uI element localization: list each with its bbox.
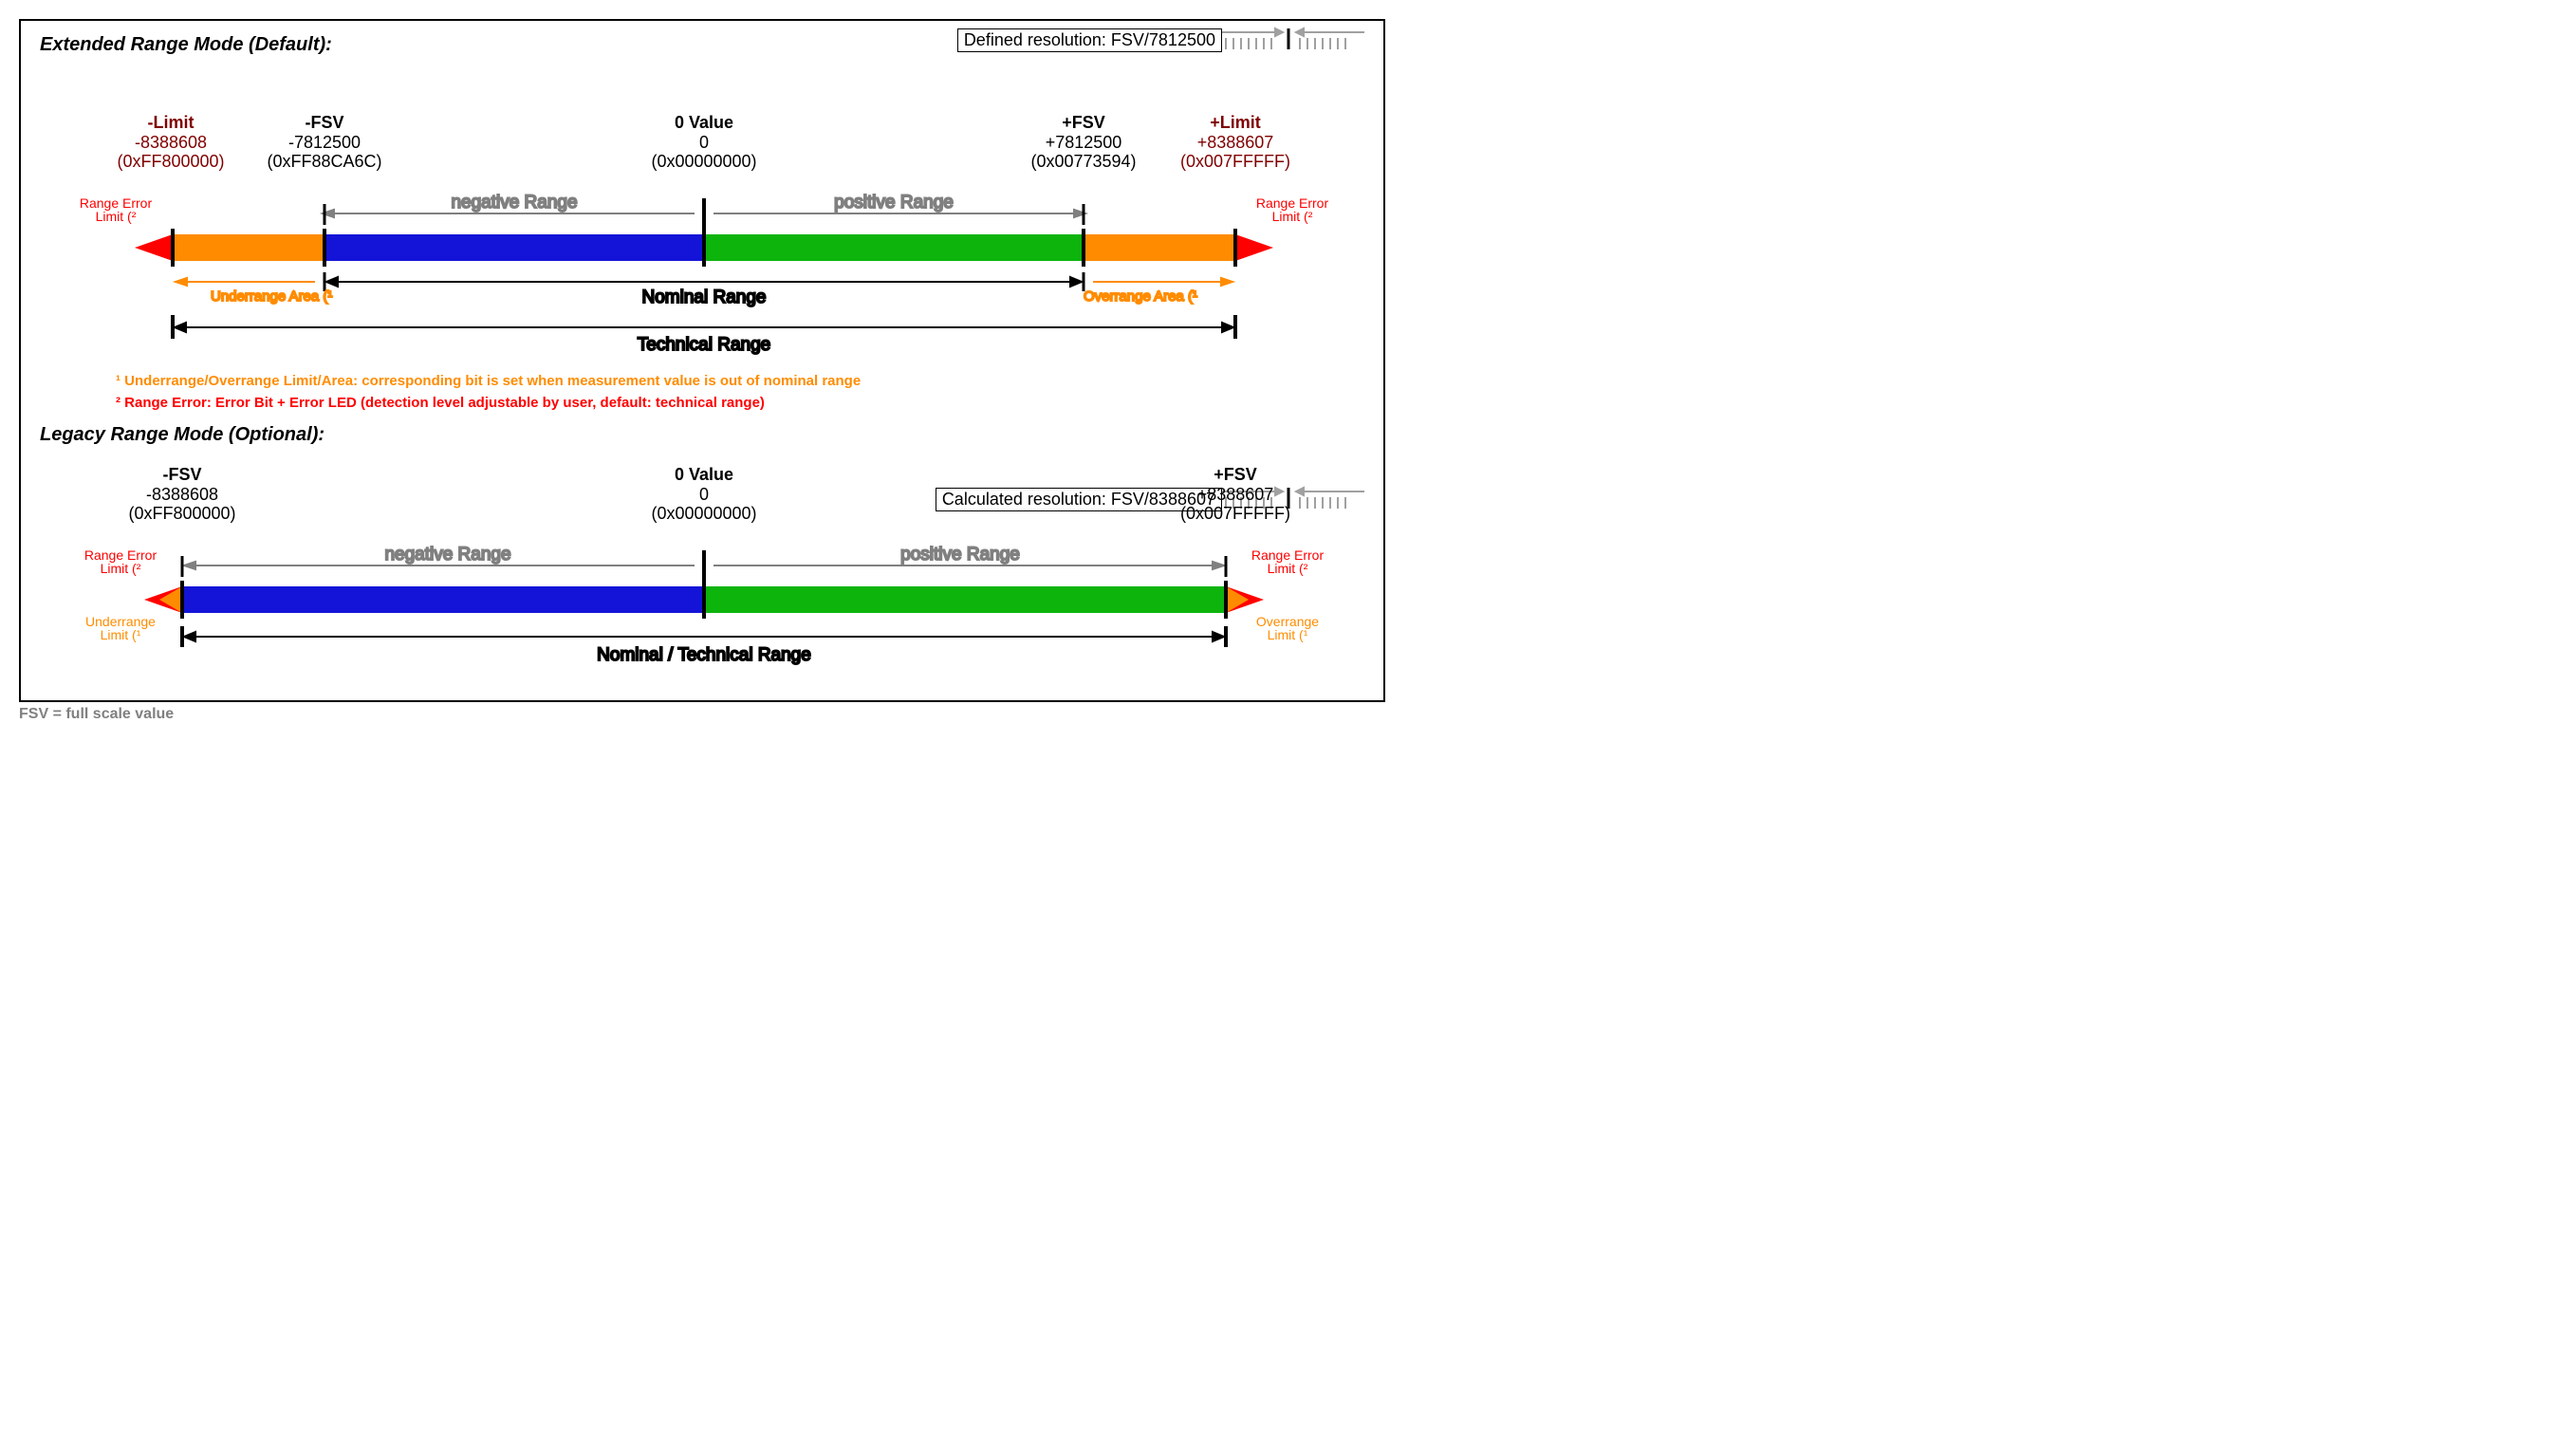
svg-text:Nominal / Technical Range: Nominal / Technical Range <box>597 645 811 665</box>
svg-text:UnderrangeLimit (¹: UnderrangeLimit (¹ <box>85 614 156 642</box>
extended-range-bar: negative Range positive Range Range Erro… <box>40 187 1368 367</box>
ext-pos-limit-label: +Limit +8388607 (0x007FFFFF) <box>1169 113 1302 172</box>
svg-text:Technical Range: Technical Range <box>638 335 770 355</box>
pos-range-error-arrow <box>1235 234 1273 261</box>
svg-text:Range ErrorLimit (²: Range ErrorLimit (² <box>1256 195 1329 224</box>
svg-text:OverrangeLimit (¹: OverrangeLimit (¹ <box>1256 614 1319 642</box>
ticks-icon <box>1222 27 1364 51</box>
leg-pos-segment <box>704 586 1226 613</box>
leg-neg-fsv-label: -FSV -8388608 (0xFF800000) <box>116 465 249 524</box>
pos-nominal-segment <box>704 234 1084 261</box>
svg-text:positive Range: positive Range <box>900 545 1020 565</box>
svg-text:Range ErrorLimit (²: Range ErrorLimit (² <box>84 547 158 576</box>
fsv-legend: FSV = full scale value <box>19 706 2557 723</box>
legacy-title: Legacy Range Mode (Optional): <box>40 424 1364 446</box>
extended-resolution-box: Defined resolution: FSV/7812500 <box>957 28 1222 52</box>
footnote-1: ¹ Underrange/Overrange Limit/Area: corre… <box>116 373 1364 389</box>
ext-neg-limit-label: -Limit -8388608 (0xFF800000) <box>104 113 237 172</box>
svg-text:positive Range: positive Range <box>834 193 954 213</box>
ext-zero-label: 0 Value 0 (0x00000000) <box>628 113 780 172</box>
svg-text:negative Range: negative Range <box>451 193 577 213</box>
svg-text:Overrange Area (¹: Overrange Area (¹ <box>1084 288 1197 305</box>
svg-text:Range ErrorLimit (²: Range ErrorLimit (² <box>80 195 153 224</box>
svg-text:negative Range: negative Range <box>384 545 510 565</box>
svg-text:Underrange Area (¹: Underrange Area (¹ <box>211 288 332 305</box>
leg-neg-segment <box>182 586 704 613</box>
underrange-segment <box>173 234 324 261</box>
overrange-segment <box>1084 234 1235 261</box>
ext-pos-fsv-label: +FSV +7812500 (0x00773594) <box>1017 113 1150 172</box>
ext-neg-fsv-label: -FSV -7812500 (0xFF88CA6C) <box>258 113 391 172</box>
svg-text:Nominal Range: Nominal Range <box>642 287 767 307</box>
footnote-2: ² Range Error: Error Bit + Error LED (de… <box>116 395 1364 411</box>
footnotes: ¹ Underrange/Overrange Limit/Area: corre… <box>116 373 1364 411</box>
neg-range-error-arrow <box>135 234 173 261</box>
leg-zero-label: 0 Value 0 (0x00000000) <box>628 465 780 524</box>
legacy-range-bar: negative Range positive Range Range Erro… <box>40 539 1368 681</box>
leg-pos-fsv-label: +FSV +8388607 (0x007FFFFF) <box>1169 465 1302 524</box>
diagram-frame: Extended Range Mode (Default): Defined r… <box>19 19 1385 702</box>
svg-text:Range ErrorLimit (²: Range ErrorLimit (² <box>1251 547 1325 576</box>
neg-nominal-segment <box>324 234 704 261</box>
